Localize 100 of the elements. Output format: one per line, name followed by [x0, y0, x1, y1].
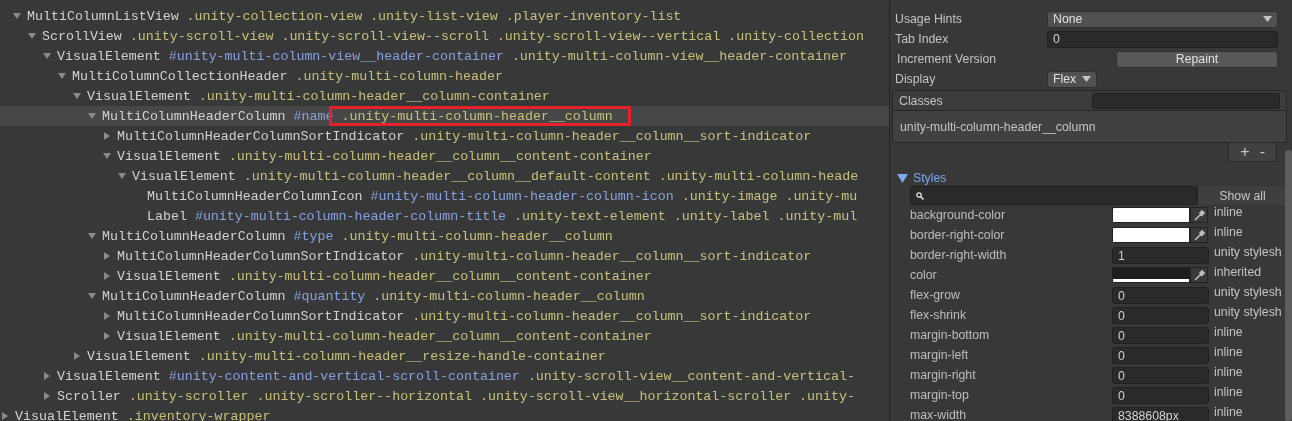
node-classes: .unity-multi-column-header__column — [341, 108, 613, 124]
eyedropper-icon[interactable] — [1190, 207, 1208, 223]
style-source: inline — [1214, 325, 1244, 339]
node-type: VisualElement — [117, 148, 221, 164]
style-source: inline — [1214, 225, 1244, 239]
tree-row[interactable]: VisualElement .unity-multi-column-header__column__default-content .unity-multi-column-heade — [0, 166, 889, 186]
node-type: MultiColumnHeaderColumnIcon — [147, 188, 363, 204]
node-classes: .unity-multi-column-header__column — [341, 228, 613, 244]
node-id: #unity-multi-column-view__header-container — [168, 48, 504, 64]
eyedropper-icon[interactable] — [1190, 227, 1208, 243]
tree-row[interactable]: MultiColumnHeaderColumnSortIndicator .unity-multi-column-header__column__sort-indicator — [0, 246, 889, 266]
collapsed-arrow-icon[interactable] — [72, 351, 82, 361]
foldout-arrow-icon[interactable] — [897, 173, 908, 183]
expanded-arrow-icon[interactable] — [87, 291, 97, 301]
style-source: inherited — [1214, 265, 1263, 279]
node-id: #type — [293, 228, 334, 244]
style-source: inline — [1214, 205, 1244, 219]
search-field[interactable] — [910, 186, 1197, 205]
input-field[interactable]: 0 — [1112, 307, 1209, 324]
tree-row[interactable]: VisualElement .unity-multi-column-header__column__content-container — [0, 146, 889, 166]
styles-foldout[interactable]: Styles — [895, 170, 1278, 186]
tree-row[interactable]: Label #unity-multi-column-header-column-title .unity-text-element .unity-label .unity-mul — [0, 206, 889, 226]
property-label: Increment Version — [896, 52, 998, 66]
node-classes: .unity-scroll-view__content-and-vertical- — [527, 368, 855, 384]
style-property-name: margin-left — [910, 348, 970, 362]
tree-row[interactable]: MultiColumnCollectionHeader .unity-multi-column-header — [0, 66, 889, 86]
input-field[interactable]: 0 — [1112, 367, 1209, 384]
color-swatch[interactable] — [1112, 207, 1190, 223]
tree-row[interactable]: MultiColumnHeaderColumn #type .unity-multi-column-header__column — [0, 226, 889, 246]
node-type: VisualElement — [117, 268, 221, 284]
display-dropdown[interactable]: Flex — [1047, 70, 1097, 88]
node-type: MultiColumnHeaderColumnSortIndicator — [117, 248, 405, 264]
node-type: MultiColumnHeaderColumn — [102, 288, 286, 304]
node-type: MultiColumnHeaderColumnSortIndicator — [117, 308, 405, 324]
tree-row[interactable]: MultiColumnListView .unity-collection-view .unity-list-view .player-inventory-list — [0, 6, 889, 26]
tree-row[interactable]: VisualElement .unity-multi-column-header__column__content-container — [0, 266, 889, 286]
add-class-button[interactable]: + — [1240, 143, 1250, 161]
collapsed-arrow-icon[interactable] — [0, 411, 10, 421]
classes-label: Classes — [899, 93, 943, 108]
style-property-name: max-width — [910, 408, 968, 421]
style-source: inline — [1214, 365, 1244, 379]
node-type: MultiColumnListView — [27, 8, 179, 24]
node-type: MultiColumnHeaderColumn — [102, 228, 286, 244]
tree-row[interactable]: MultiColumnHeaderColumn #quantity .unity-multi-column-header__column — [0, 286, 889, 306]
tree-row[interactable]: MultiColumnHeaderColumnSortIndicator .unity-multi-column-header__column__sort-indicator — [0, 126, 889, 146]
style-source: inline — [1214, 405, 1244, 419]
node-type: Scroller — [57, 388, 121, 404]
node-classes: .unity-multi-column-header__column__sort-indicator — [412, 128, 812, 144]
class-input-field[interactable] — [1092, 92, 1280, 109]
node-type: Label — [147, 208, 187, 224]
tree-row[interactable]: VisualElement #unity-content-and-vertical-scroll-container .unity-scroll-view__content-and-vertical- — [0, 366, 889, 386]
node-classes: .unity-multi-column-header — [295, 68, 503, 84]
remove-class-button[interactable]: - — [1259, 143, 1265, 161]
style-source: inline — [1214, 345, 1244, 359]
node-type: VisualElement — [117, 328, 221, 344]
tree-row[interactable]: VisualElement .unity-multi-column-header__resize-handle-container — [0, 346, 889, 366]
color-swatch[interactable] — [1112, 227, 1190, 243]
dropdown-caret-icon — [1263, 16, 1272, 22]
node-id: #unity-multi-column-header-column-title — [194, 208, 507, 224]
tree-row[interactable]: MultiColumnHeaderColumnSortIndicator .unity-multi-column-header__column__sort-indicator — [0, 306, 889, 326]
scrollbar[interactable] — [1285, 150, 1292, 421]
style-property-name: border-right-color — [910, 228, 1006, 242]
property-label: Usage Hints — [895, 12, 963, 26]
input-field[interactable]: 0 — [1112, 287, 1209, 304]
eyedropper-icon[interactable] — [1190, 267, 1208, 283]
node-classes: .unity-multi-column-header__column — [373, 288, 645, 304]
tree-row[interactable]: MultiColumnHeaderColumnIcon #unity-multi-column-header-column-icon .unity-image .unity-mu — [0, 186, 889, 206]
expanded-arrow-icon[interactable] — [87, 231, 97, 241]
style-property-name: margin-bottom — [910, 328, 991, 342]
input-field[interactable]: 1 — [1112, 247, 1209, 264]
node-classes: .unity-scroll-view .unity-scroll-view--scroll .unity-scroll-view--vertical .unity-collection — [129, 28, 864, 44]
node-classes: .unity-collection-view .unity-list-view .player-inventory-list — [186, 8, 682, 24]
repaint-button[interactable]: Repaint — [1116, 50, 1278, 68]
style-property-name: border-right-width — [910, 248, 1008, 262]
node-type: MultiColumnHeaderColumnSortIndicator — [117, 128, 405, 144]
tree-row[interactable]: Scroller .unity-scroller .unity-scroller--horizontal .unity-scroll-view__horizontal-scroller .unity- — [0, 386, 889, 406]
show-all-button[interactable]: Show all — [1197, 186, 1287, 205]
color-swatch[interactable] — [1112, 267, 1190, 283]
node-id: #unity-multi-column-header-column-icon — [370, 188, 674, 204]
node-id: #quantity — [293, 288, 366, 304]
tree-row[interactable]: VisualElement .unity-multi-column-header__column__content-container — [0, 326, 889, 346]
tree-row[interactable]: VisualElement #unity-multi-column-view__header-container .unity-multi-column-view__header-container — [0, 46, 889, 66]
node-type: VisualElement — [132, 168, 236, 184]
style-property-name: flex-shrink — [910, 308, 968, 322]
input-field[interactable]: 0 — [1112, 327, 1209, 344]
node-classes: .unity-multi-column-header__column__content-container — [228, 328, 652, 344]
dropdown-caret-icon — [1082, 76, 1091, 82]
input-field[interactable]: 0 — [1112, 387, 1209, 404]
node-classes: .unity-multi-column-header__column__content-container — [228, 148, 652, 164]
tree-row[interactable]: ScrollView .unity-scroll-view .unity-scroll-view--scroll .unity-scroll-view--vertical .unity-collection — [0, 26, 889, 46]
input-field[interactable]: 0 — [1112, 347, 1209, 364]
node-classes: .unity-multi-column-header__column__sort-indicator — [412, 308, 812, 324]
usage-hints-dropdown[interactable]: None — [1047, 10, 1278, 28]
node-classes: .unity-multi-column-view__header-container — [511, 48, 847, 64]
collapsed-arrow-icon[interactable] — [102, 131, 112, 141]
node-type: VisualElement — [57, 48, 161, 64]
node-classes: .unity-text-element .unity-label .unity-mul — [514, 208, 858, 224]
input-field[interactable]: 0 — [1047, 30, 1278, 48]
tree-row[interactable]: VisualElement .unity-multi-column-header__column-container — [0, 86, 889, 106]
style-source: inline — [1214, 385, 1244, 399]
